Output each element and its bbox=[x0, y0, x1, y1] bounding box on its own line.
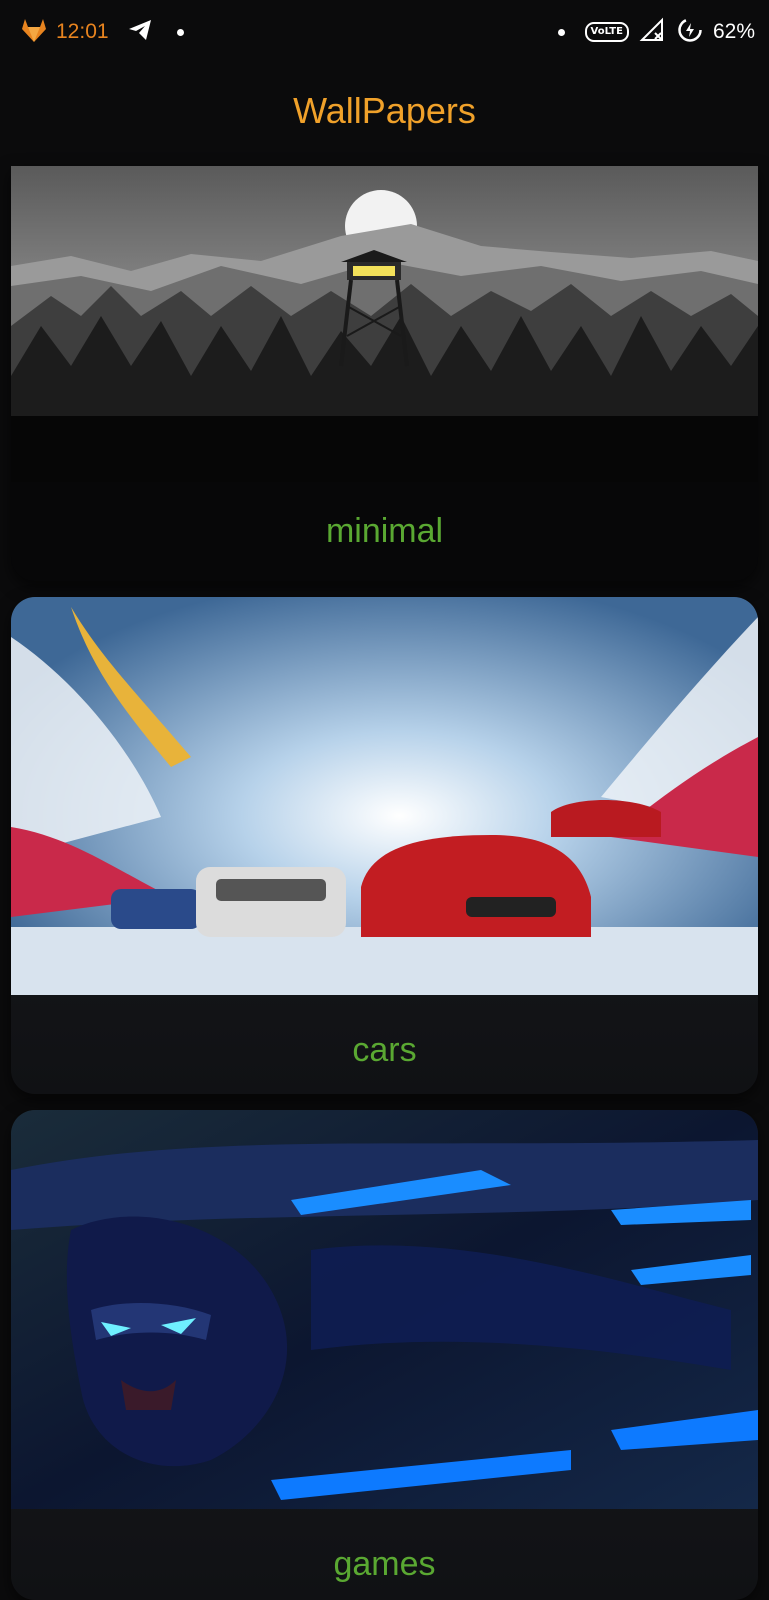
category-label-games: games bbox=[333, 1545, 436, 1583]
gitlab-fox-icon bbox=[20, 17, 48, 48]
status-left: 12:01 bbox=[20, 16, 184, 48]
neon-warrior-image bbox=[11, 1110, 758, 1509]
category-card-games[interactable]: games bbox=[11, 1110, 758, 1600]
category-image-games[interactable] bbox=[11, 1110, 758, 1509]
notification-dot-icon bbox=[176, 28, 184, 36]
page-title: WallPapers bbox=[293, 90, 476, 131]
status-time: 12:01 bbox=[56, 20, 109, 43]
notification-dot-icon bbox=[557, 28, 565, 36]
racing-cars-image bbox=[11, 597, 758, 995]
battery-charging-icon bbox=[677, 17, 703, 48]
category-label-minimal: minimal bbox=[325, 512, 444, 550]
category-image-cars[interactable] bbox=[11, 597, 758, 995]
fire-lookout-landscape-image bbox=[11, 166, 758, 482]
category-image-minimal[interactable] bbox=[11, 166, 758, 482]
telegram-icon bbox=[127, 18, 153, 47]
category-label-cars: cars bbox=[352, 1031, 417, 1069]
category-card-minimal[interactable]: minimal bbox=[11, 166, 758, 581]
status-bar: 12:01 VoLTE 62% bbox=[0, 0, 769, 64]
volte-badge: VoLTE bbox=[584, 22, 629, 42]
battery-percentage: 62% bbox=[712, 20, 755, 43]
category-card-cars[interactable]: cars bbox=[11, 597, 758, 1094]
status-right: VoLTE 62% bbox=[557, 16, 755, 48]
signal-no-service-icon bbox=[639, 17, 667, 48]
